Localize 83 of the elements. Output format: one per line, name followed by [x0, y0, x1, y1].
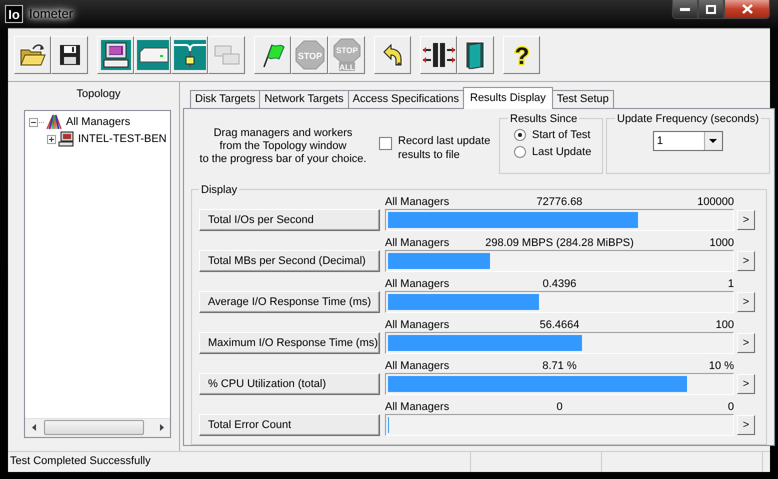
- checkbox-label: Record last update results to file: [398, 134, 490, 162]
- group-title: Update Frequency (seconds): [616, 112, 760, 125]
- window-title: Iometer: [29, 6, 74, 21]
- more-button[interactable]: >: [737, 210, 755, 230]
- metric-button[interactable]: % CPU Utilization (total): [199, 372, 380, 395]
- metric-value: 72776.68: [536, 196, 582, 209]
- minimize-icon: [680, 7, 690, 11]
- metric-value: 298.09 MBPS (284.28 MiBPS): [485, 236, 634, 250]
- managers-icon: [45, 114, 63, 130]
- status-message: Test Completed Successfully: [8, 452, 471, 472]
- group-title: Display: [200, 184, 238, 196]
- computer-icon: [58, 131, 75, 148]
- question-mark-icon: ?: [512, 40, 532, 69]
- panel-title: Topology: [76, 86, 121, 102]
- metric-button[interactable]: Total I/Os per Second: [199, 208, 380, 231]
- close-button[interactable]: [724, 0, 770, 19]
- radio-button[interactable]: [514, 129, 526, 142]
- save-button[interactable]: [51, 36, 88, 74]
- minimize-button[interactable]: [672, 0, 698, 19]
- scroll-left-icon[interactable]: [32, 424, 36, 432]
- source-label: All Managers: [385, 400, 450, 414]
- metric-value: 56.4664: [540, 318, 580, 332]
- computer-icon: [100, 40, 130, 70]
- maximize-icon: [706, 4, 716, 14]
- metric-value: 8.71 %: [542, 360, 577, 373]
- metric-button[interactable]: Total Error Count: [199, 414, 380, 436]
- max-value: 100000: [696, 196, 734, 209]
- max-value: 1000: [708, 236, 734, 250]
- tree-item[interactable]: INTEL-TEST-BEN: [78, 133, 167, 146]
- scroll-right-icon[interactable]: [160, 424, 164, 432]
- metric-button[interactable]: Maximum I/O Response Time (ms): [199, 332, 380, 354]
- more-button[interactable]: >: [737, 414, 755, 435]
- network-cable-icon: [174, 40, 206, 70]
- bars-arrows-icon: [422, 40, 456, 69]
- more-button[interactable]: >: [737, 374, 755, 394]
- more-button[interactable]: >: [737, 250, 755, 271]
- floppy-icon: [58, 42, 82, 67]
- network-button[interactable]: [171, 36, 208, 74]
- metric-value: 0: [556, 400, 563, 414]
- source-label: All Managers: [385, 318, 450, 332]
- horizontal-scrollbar[interactable]: [25, 418, 170, 437]
- radio-label: Last Update: [532, 146, 592, 158]
- door-icon: [464, 40, 486, 69]
- config-button[interactable]: [420, 36, 457, 74]
- metric-value: 0.4396: [542, 278, 576, 291]
- maximize-button[interactable]: [698, 0, 724, 19]
- tab[interactable]: Test Setup: [552, 90, 614, 108]
- more-button[interactable]: >: [737, 292, 755, 312]
- exit-button[interactable]: [457, 36, 494, 74]
- max-value: 10 %: [708, 360, 734, 373]
- frequency-dropdown[interactable]: 1: [652, 130, 723, 151]
- radio-label: Start of Test: [532, 129, 590, 142]
- tab[interactable]: Disk Targets: [190, 90, 260, 108]
- manager-button[interactable]: [97, 36, 134, 74]
- metric-button[interactable]: Average I/O Response Time (ms): [199, 290, 380, 313]
- metric-button[interactable]: Total MBs per Second (Decimal): [199, 250, 380, 272]
- instructions-text: Drag managers and workers from the Topology window to the progress bar of your choice.: [198, 126, 368, 166]
- disk-button[interactable]: [134, 36, 171, 74]
- source-label: All Managers: [385, 360, 450, 373]
- checkbox[interactable]: [379, 136, 392, 150]
- source-label: All Managers: [385, 196, 450, 209]
- radio-button[interactable]: [514, 146, 526, 158]
- reset-button[interactable]: [374, 36, 411, 74]
- tree-item[interactable]: All Managers: [66, 116, 130, 128]
- source-label: All Managers: [385, 236, 450, 250]
- open-button[interactable]: [14, 36, 51, 74]
- expand-icon[interactable]: [47, 134, 56, 144]
- app-logo: Io: [5, 5, 23, 23]
- tab[interactable]: Results Display: [463, 86, 553, 109]
- folder-icon: [18, 42, 46, 68]
- max-value: 1: [726, 278, 734, 291]
- max-value: 0: [726, 400, 734, 414]
- drive-icon: [136, 40, 168, 70]
- source-label: All Managers: [385, 278, 450, 291]
- collapse-icon[interactable]: [29, 118, 38, 127]
- close-icon: [742, 4, 752, 14]
- dropdown-arrow-icon[interactable]: [709, 138, 718, 143]
- max-value: 100: [714, 318, 734, 332]
- dropdown-value: 1: [656, 134, 664, 147]
- start-button[interactable]: [254, 36, 291, 74]
- group-title: Results Since: [509, 112, 578, 125]
- help-button[interactable]: ?: [503, 36, 540, 74]
- more-button[interactable]: >: [737, 332, 755, 353]
